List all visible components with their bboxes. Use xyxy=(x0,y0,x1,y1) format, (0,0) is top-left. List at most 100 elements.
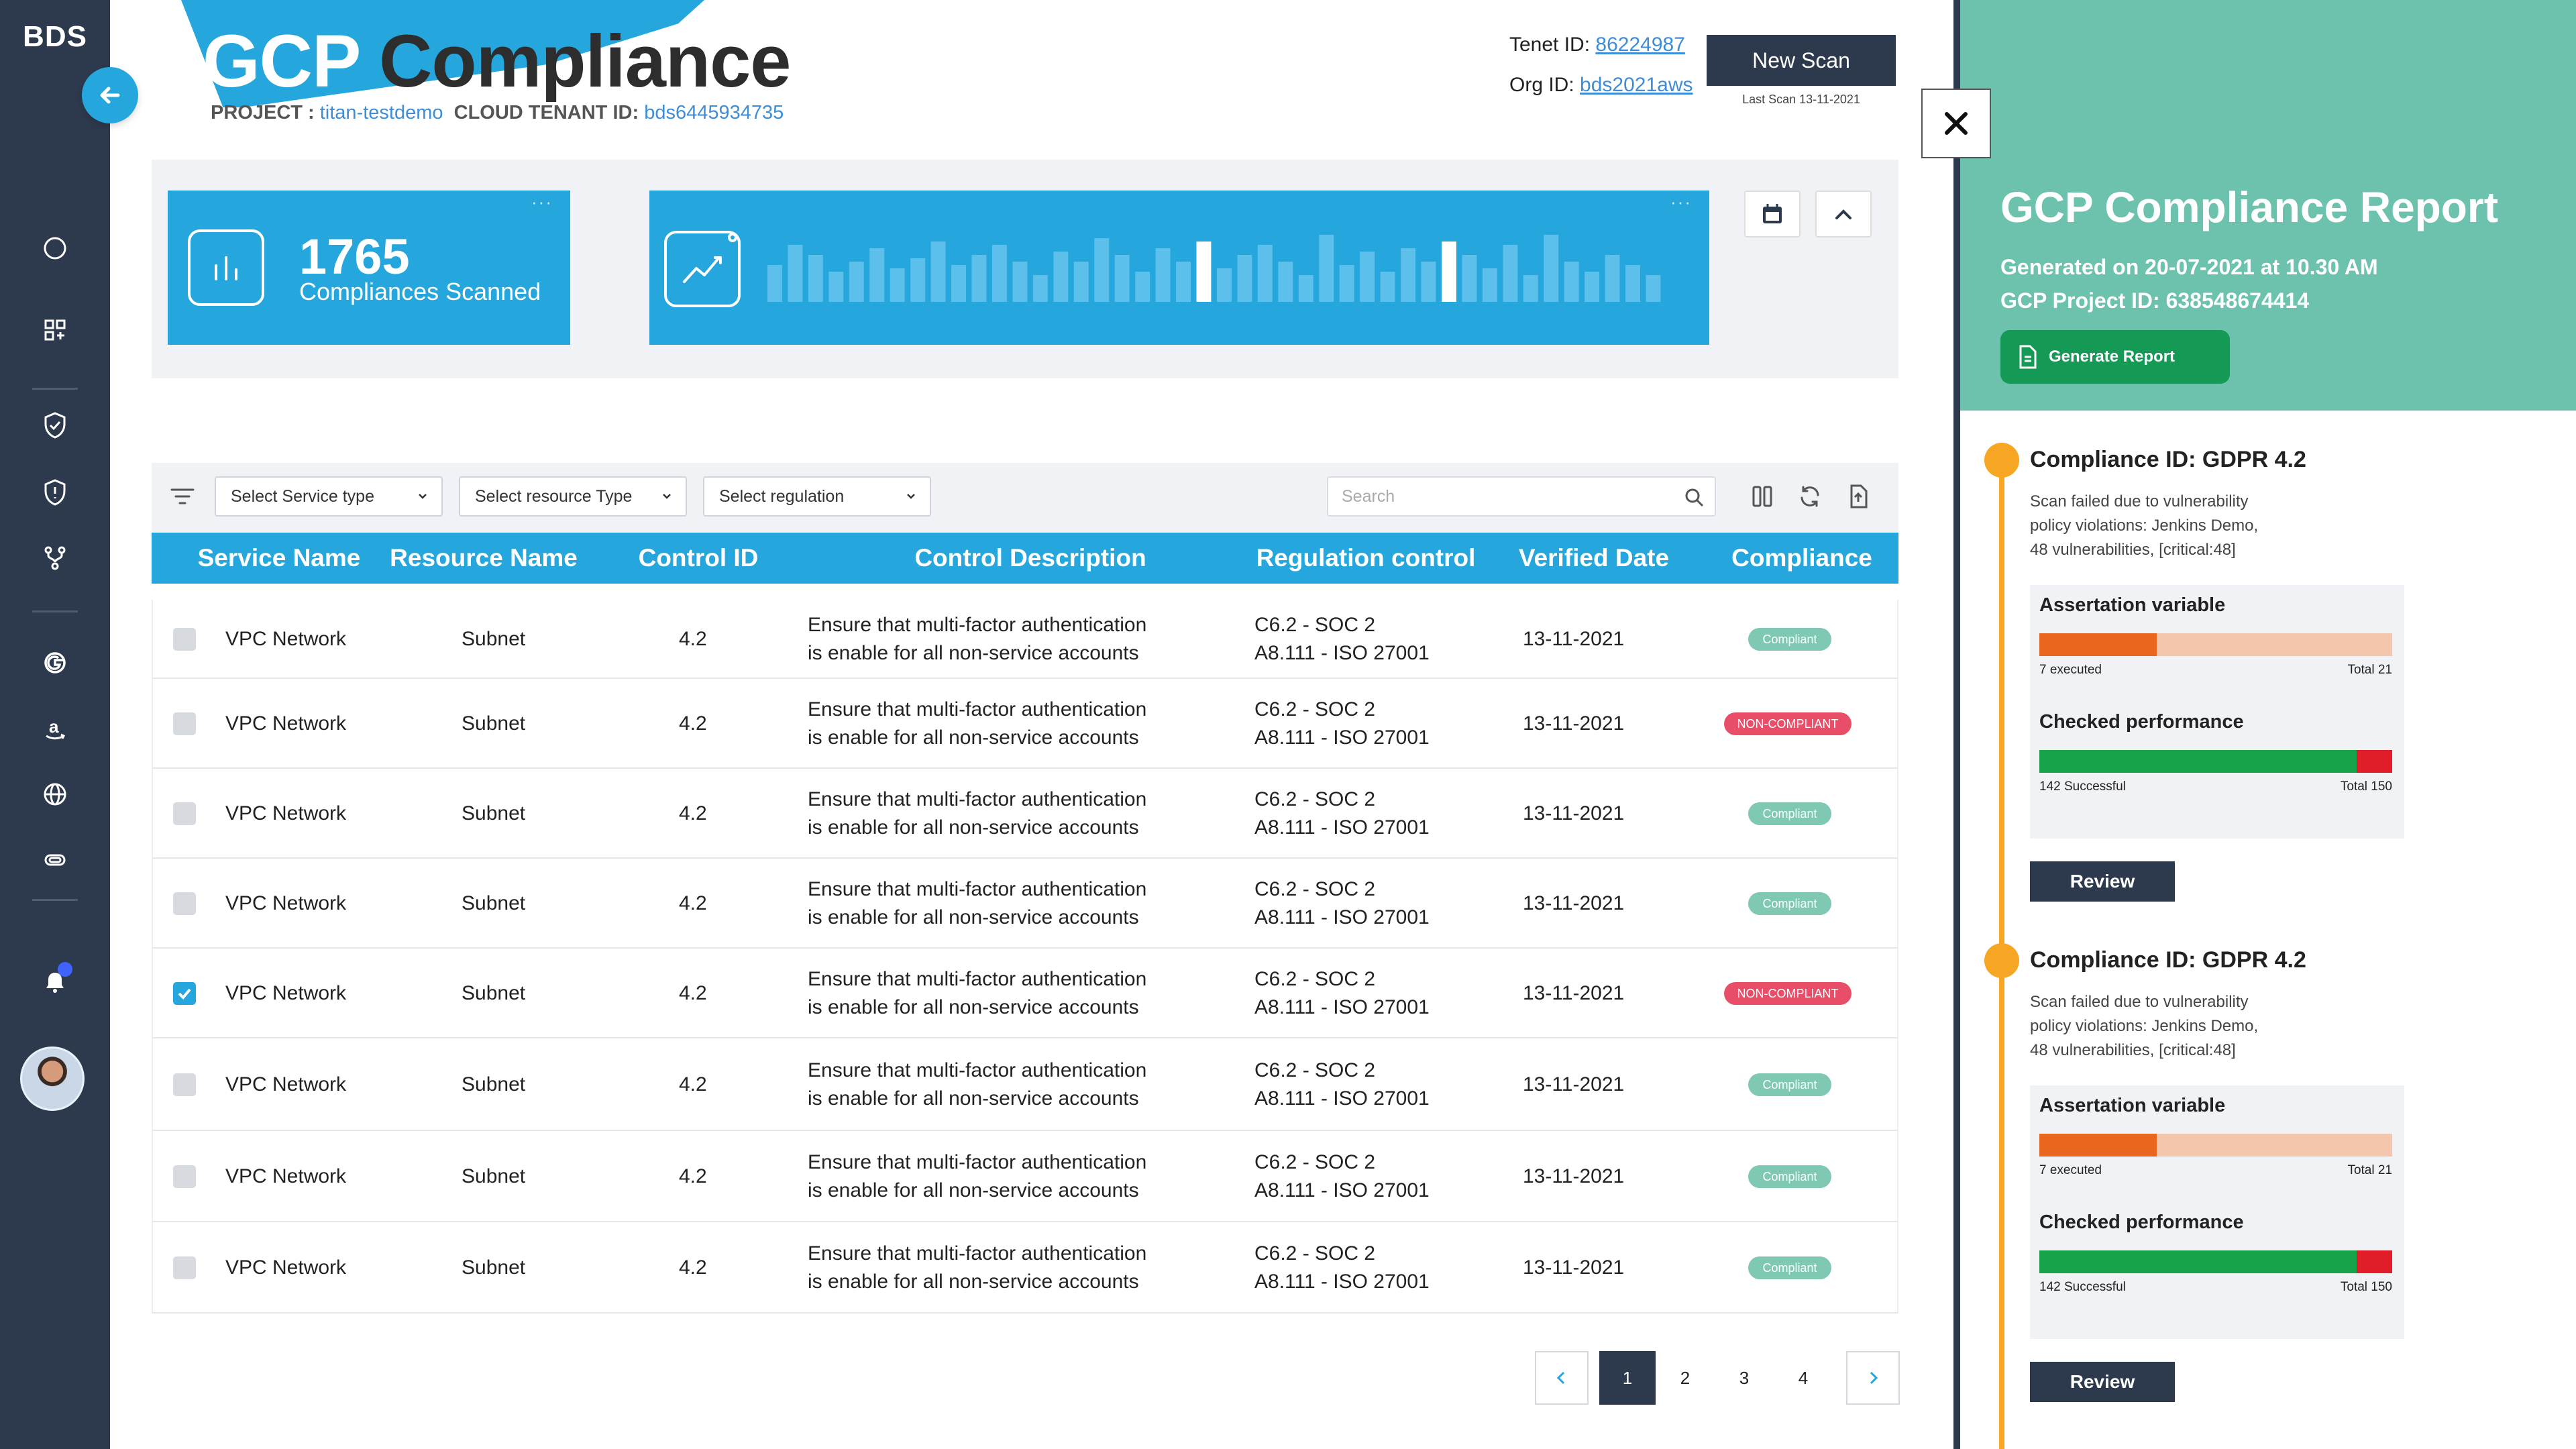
columns-icon[interactable] xyxy=(1748,482,1778,515)
mini-chart-bar xyxy=(808,255,823,302)
more-icon[interactable]: ··· xyxy=(1670,192,1692,213)
col-control-id[interactable]: Control ID xyxy=(588,533,809,584)
control-description-cell: Ensure that multi-factor authentication i… xyxy=(808,965,1146,1022)
globe-icon[interactable] xyxy=(28,767,82,821)
control-description-cell: Ensure that multi-factor authentication i… xyxy=(808,611,1146,667)
brand-logo: BDS xyxy=(23,20,87,53)
col-verified-date[interactable]: Verified Date xyxy=(1487,533,1701,584)
circle-icon[interactable] xyxy=(28,221,82,275)
regulation-select[interactable]: Select regulation xyxy=(703,476,931,517)
assertation-bar xyxy=(2039,1134,2392,1157)
performance-bar xyxy=(2039,1250,2392,1273)
row-checkbox[interactable] xyxy=(173,712,196,735)
table-row[interactable]: VPC Network Subnet 4.2 Ensure that multi… xyxy=(152,600,1898,679)
description-line: is enable for all non-service accounts xyxy=(808,906,1139,928)
org-id-link[interactable]: bds2021aws xyxy=(1580,74,1693,96)
back-button[interactable] xyxy=(82,67,138,123)
page-1[interactable]: 1 xyxy=(1599,1351,1656,1405)
description-line: is enable for all non-service accounts xyxy=(808,1087,1139,1110)
last-scan-date: Last Scan 13-11-2021 xyxy=(1742,93,1860,106)
search-placeholder: Search xyxy=(1342,486,1395,506)
table-row[interactable]: VPC Network Subnet 4.2 Ensure that multi… xyxy=(152,769,1898,859)
sidebar: BDS a xyxy=(0,0,110,1449)
regulation-line: A8.111 - ISO 27001 xyxy=(1254,906,1430,928)
mini-chart-bar xyxy=(1237,255,1252,302)
mini-chart-bar xyxy=(1544,235,1559,302)
regulation-line: A8.111 - ISO 27001 xyxy=(1254,1087,1430,1110)
performance-bar xyxy=(2039,750,2392,773)
control-description-cell: Ensure that multi-factor authentication i… xyxy=(808,696,1146,752)
verified-date-cell: 13-11-2021 xyxy=(1523,628,1625,650)
sidebar-divider xyxy=(32,610,78,612)
row-checkbox[interactable] xyxy=(173,628,196,651)
col-control-description[interactable]: Control Description xyxy=(809,533,1252,584)
review-button[interactable]: Review xyxy=(2030,1362,2175,1402)
new-scan-button[interactable]: New Scan xyxy=(1707,35,1896,86)
assertation-bar xyxy=(2039,633,2392,656)
shield-alert-icon[interactable] xyxy=(28,466,82,519)
more-icon[interactable]: ··· xyxy=(531,192,553,213)
compliance-status-badge: NON-COMPLIANT xyxy=(1724,982,1851,1005)
shield-check-icon[interactable] xyxy=(28,398,82,452)
resource-type-select[interactable]: Select resource Type xyxy=(459,476,687,517)
branch-icon[interactable] xyxy=(28,531,82,585)
tenet-id-link[interactable]: 86224987 xyxy=(1595,34,1684,56)
row-checkbox[interactable] xyxy=(173,1165,196,1188)
filter-bar: Select Service type Select resource Type… xyxy=(152,463,1898,533)
table-row[interactable]: VPC Network Subnet 4.2 Ensure that multi… xyxy=(152,1222,1898,1313)
row-checkbox[interactable] xyxy=(173,802,196,825)
generate-report-button[interactable]: Generate Report xyxy=(2000,330,2230,384)
amazon-icon[interactable]: a xyxy=(28,702,82,755)
next-page-button[interactable] xyxy=(1846,1351,1900,1405)
collapse-button[interactable] xyxy=(1815,191,1872,237)
row-checkbox[interactable] xyxy=(173,1073,196,1096)
search-icon[interactable] xyxy=(1682,486,1707,510)
table-row[interactable]: VPC Network Subnet 4.2 Ensure that multi… xyxy=(152,1131,1898,1222)
checkmark-icon xyxy=(178,988,191,1000)
refresh-icon[interactable] xyxy=(1795,482,1825,515)
google-icon[interactable] xyxy=(28,636,82,690)
table-row[interactable]: VPC Network Subnet 4.2 Ensure that multi… xyxy=(152,679,1898,769)
prev-page-button[interactable] xyxy=(1535,1351,1589,1405)
description-line: Scan failed due to vulnerability xyxy=(2030,993,2249,1011)
service-type-value: Select Service type xyxy=(231,486,374,506)
verified-date-cell: 13-11-2021 xyxy=(1523,712,1625,735)
col-regulation-control[interactable]: Regulation control xyxy=(1218,533,1513,584)
row-checkbox[interactable] xyxy=(173,1256,196,1279)
export-icon[interactable] xyxy=(1843,482,1873,515)
org-id-label: Org ID: xyxy=(1509,74,1574,96)
calendar-button[interactable] xyxy=(1744,191,1801,237)
search-input[interactable]: Search xyxy=(1327,476,1716,517)
table-row[interactable]: VPC Network Subnet 4.2 Ensure that multi… xyxy=(152,1038,1898,1131)
mini-chart-bar xyxy=(1380,272,1395,302)
row-checkbox[interactable] xyxy=(173,982,196,1005)
row-checkbox[interactable] xyxy=(173,892,196,915)
avatar[interactable] xyxy=(20,1046,85,1111)
page-2[interactable]: 2 xyxy=(1656,1351,1715,1405)
control-description-cell: Ensure that multi-factor authentication i… xyxy=(808,1057,1146,1113)
chevron-down-icon xyxy=(419,494,427,499)
table-row[interactable]: VPC Network Subnet 4.2 Ensure that multi… xyxy=(152,859,1898,949)
tenant-link[interactable]: bds6445934735 xyxy=(644,102,784,123)
review-button[interactable]: Review xyxy=(2030,861,2175,902)
col-compliance[interactable]: Compliance xyxy=(1701,533,1902,584)
page-4[interactable]: 4 xyxy=(1774,1351,1833,1405)
grid-add-icon[interactable] xyxy=(28,303,82,357)
project-link[interactable]: titan-testdemo xyxy=(320,102,443,123)
mini-chart-bar xyxy=(1196,241,1212,302)
cloud-icon[interactable] xyxy=(28,833,82,887)
col-service-name[interactable]: Service Name xyxy=(178,533,380,584)
description-line: is enable for all non-service accounts xyxy=(808,642,1139,664)
description-line: is enable for all non-service accounts xyxy=(808,1179,1139,1201)
mini-chart-bar xyxy=(767,265,782,302)
page-3[interactable]: 3 xyxy=(1715,1351,1774,1405)
filter-icon[interactable] xyxy=(168,483,197,513)
col-resource-name[interactable]: Resource Name xyxy=(380,533,588,584)
chevron-left-icon xyxy=(1556,1371,1565,1385)
description-line: is enable for all non-service accounts xyxy=(808,816,1139,839)
service-type-select[interactable]: Select Service type xyxy=(215,476,443,517)
close-panel-button[interactable] xyxy=(1921,89,1991,158)
bell-icon[interactable] xyxy=(28,955,82,1009)
control-description-cell: Ensure that multi-factor authentication i… xyxy=(808,786,1146,842)
table-row[interactable]: VPC Network Subnet 4.2 Ensure that multi… xyxy=(152,949,1898,1038)
